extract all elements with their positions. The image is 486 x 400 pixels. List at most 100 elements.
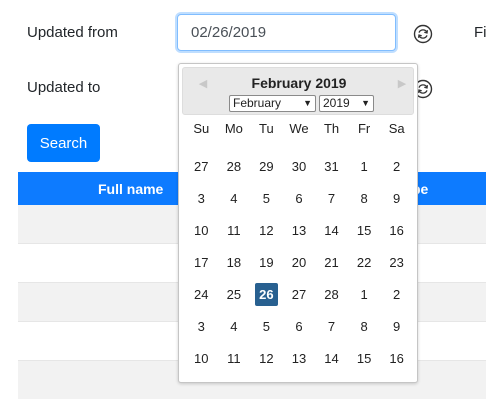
datepicker-day[interactable]: 9 — [380, 182, 413, 214]
datepicker-day[interactable]: 20 — [283, 246, 316, 278]
datepicker-day-selected[interactable]: 26 — [250, 278, 283, 310]
datepicker-day[interactable]: 7 — [315, 310, 348, 342]
datepicker-title: February 2019 — [251, 75, 347, 91]
datepicker-day[interactable]: 4 — [218, 182, 251, 214]
datepicker-day-label: 18 — [226, 254, 242, 270]
datepicker-day-label: 23 — [389, 254, 404, 270]
datepicker-day[interactable]: 1 — [348, 278, 381, 310]
datepicker-day-label: 1 — [360, 158, 368, 174]
datepicker-day[interactable]: 12 — [250, 342, 283, 374]
datepicker-day[interactable]: 3 — [185, 310, 218, 342]
datepicker-day[interactable]: 14 — [315, 342, 348, 374]
datepicker-day-label: 7 — [327, 190, 336, 206]
datepicker-day[interactable]: 10 — [185, 214, 218, 246]
datepicker-day-label: 30 — [291, 158, 307, 174]
datepicker-day-label: 17 — [194, 254, 209, 270]
datepicker-day[interactable]: 10 — [185, 342, 218, 374]
datepicker-week-row: 27 28 29 30 31 1 2 — [185, 150, 413, 182]
year-select[interactable]: 2019 ▼ — [319, 95, 374, 112]
updated-from-date-input[interactable] — [177, 14, 396, 51]
datepicker-day[interactable]: 21 — [315, 246, 348, 278]
datepicker-day[interactable]: 2 — [380, 150, 413, 182]
updated-from-label: Updated from — [27, 24, 118, 41]
datepicker-week-row: 10 11 12 13 14 15 16 — [185, 214, 413, 246]
datepicker-day[interactable]: 22 — [348, 246, 381, 278]
datepicker-week-row: 10 11 12 13 14 15 16 — [185, 342, 413, 374]
datepicker-day[interactable]: 29 — [250, 150, 283, 182]
datepicker-day-label: 8 — [360, 190, 368, 206]
datepicker-day[interactable]: 1 — [348, 150, 381, 182]
datepicker-day-label: 3 — [197, 318, 205, 334]
datepicker-day-label: 10 — [194, 222, 209, 238]
datepicker-day[interactable]: 3 — [185, 182, 218, 214]
datepicker-day-label: 6 — [295, 318, 303, 334]
datepicker-day[interactable]: 16 — [380, 214, 413, 246]
datepicker-day-label: 13 — [291, 350, 307, 366]
weekday-label: Tu — [259, 121, 274, 136]
datepicker-week-row: 17 18 19 20 21 22 23 — [185, 246, 413, 278]
datepicker-day[interactable]: 8 — [348, 182, 381, 214]
datepicker-day[interactable]: 25 — [218, 278, 251, 310]
datepicker-day[interactable]: 31 — [315, 150, 348, 182]
chevron-down-icon: ▼ — [303, 98, 312, 108]
datepicker-day[interactable]: 8 — [348, 310, 381, 342]
datepicker-day[interactable]: 13 — [283, 342, 316, 374]
chevron-down-icon: ▼ — [361, 98, 370, 108]
datepicker-day[interactable]: 23 — [380, 246, 413, 278]
datepicker-day-label: 5 — [262, 190, 271, 206]
search-button[interactable]: Search — [27, 124, 100, 162]
datepicker-day-label: 11 — [227, 350, 241, 366]
datepicker-day-label: 2 — [393, 158, 401, 174]
datepicker-day-label: 15 — [356, 222, 372, 238]
datepicker-week-row: 24 25 26 27 28 1 2 — [185, 278, 413, 310]
datepicker-day-label: 14 — [324, 350, 339, 366]
datepicker-day[interactable]: 27 — [283, 278, 316, 310]
datepicker-day[interactable]: 28 — [315, 278, 348, 310]
datepicker-day-label: 28 — [324, 286, 339, 302]
month-select[interactable]: February ▼ — [229, 95, 316, 112]
datepicker-day-label: 21 — [324, 254, 339, 270]
datepicker-day[interactable]: 18 — [218, 246, 251, 278]
datepicker-day[interactable]: 5 — [250, 182, 283, 214]
datepicker-day[interactable]: 30 — [283, 150, 316, 182]
datepicker-day-label: 14 — [324, 222, 339, 238]
datepicker-day[interactable]: 19 — [250, 246, 283, 278]
datepicker-day-label: 13 — [291, 222, 307, 238]
datepicker-day[interactable]: 16 — [380, 342, 413, 374]
weekday-row: Su Mo Tu We Th Fr Sa — [185, 117, 413, 149]
column-header-full-name[interactable]: Full name — [98, 181, 163, 197]
datepicker-day[interactable]: 12 — [250, 214, 283, 246]
datepicker-day-label: 11 — [227, 222, 241, 238]
datepicker-day-label: 9 — [393, 190, 401, 206]
reset-from-icon[interactable] — [413, 24, 433, 44]
datepicker-day[interactable]: 27 — [185, 150, 218, 182]
datepicker-day-label: 12 — [259, 350, 274, 366]
datepicker-day[interactable]: 11 — [218, 214, 251, 246]
datepicker-day[interactable]: 2 — [380, 278, 413, 310]
datepicker-day[interactable]: 9 — [380, 310, 413, 342]
datepicker-day[interactable]: 13 — [283, 214, 316, 246]
datepicker-day-label: 27 — [194, 158, 209, 174]
datepicker-day[interactable]: 15 — [348, 214, 381, 246]
weekday-label: Su — [193, 121, 210, 136]
datepicker-day[interactable]: 5 — [250, 310, 283, 342]
datepicker-day-label: 26 — [254, 282, 278, 306]
datepicker-day[interactable]: 28 — [218, 150, 251, 182]
next-month-icon[interactable]: ▶ — [394, 76, 410, 92]
datepicker-day-label: 16 — [389, 350, 404, 366]
datepicker-day-label: 20 — [291, 254, 307, 270]
datepicker-day-label: 29 — [259, 158, 274, 174]
datepicker-day-label: 10 — [194, 350, 209, 366]
datepicker-day-label: 4 — [230, 190, 238, 206]
datepicker-day[interactable]: 11 — [218, 342, 251, 374]
datepicker-day[interactable]: 6 — [283, 182, 316, 214]
datepicker-day[interactable]: 4 — [218, 310, 251, 342]
datepicker-day[interactable]: 17 — [185, 246, 218, 278]
datepicker-day-label: 8 — [360, 318, 368, 334]
datepicker-day[interactable]: 7 — [315, 182, 348, 214]
datepicker-day[interactable]: 14 — [315, 214, 348, 246]
datepicker-day[interactable]: 15 — [348, 342, 381, 374]
datepicker-day-label: 9 — [393, 318, 401, 334]
datepicker-day[interactable]: 6 — [283, 310, 316, 342]
datepicker-day[interactable]: 24 — [185, 278, 218, 310]
